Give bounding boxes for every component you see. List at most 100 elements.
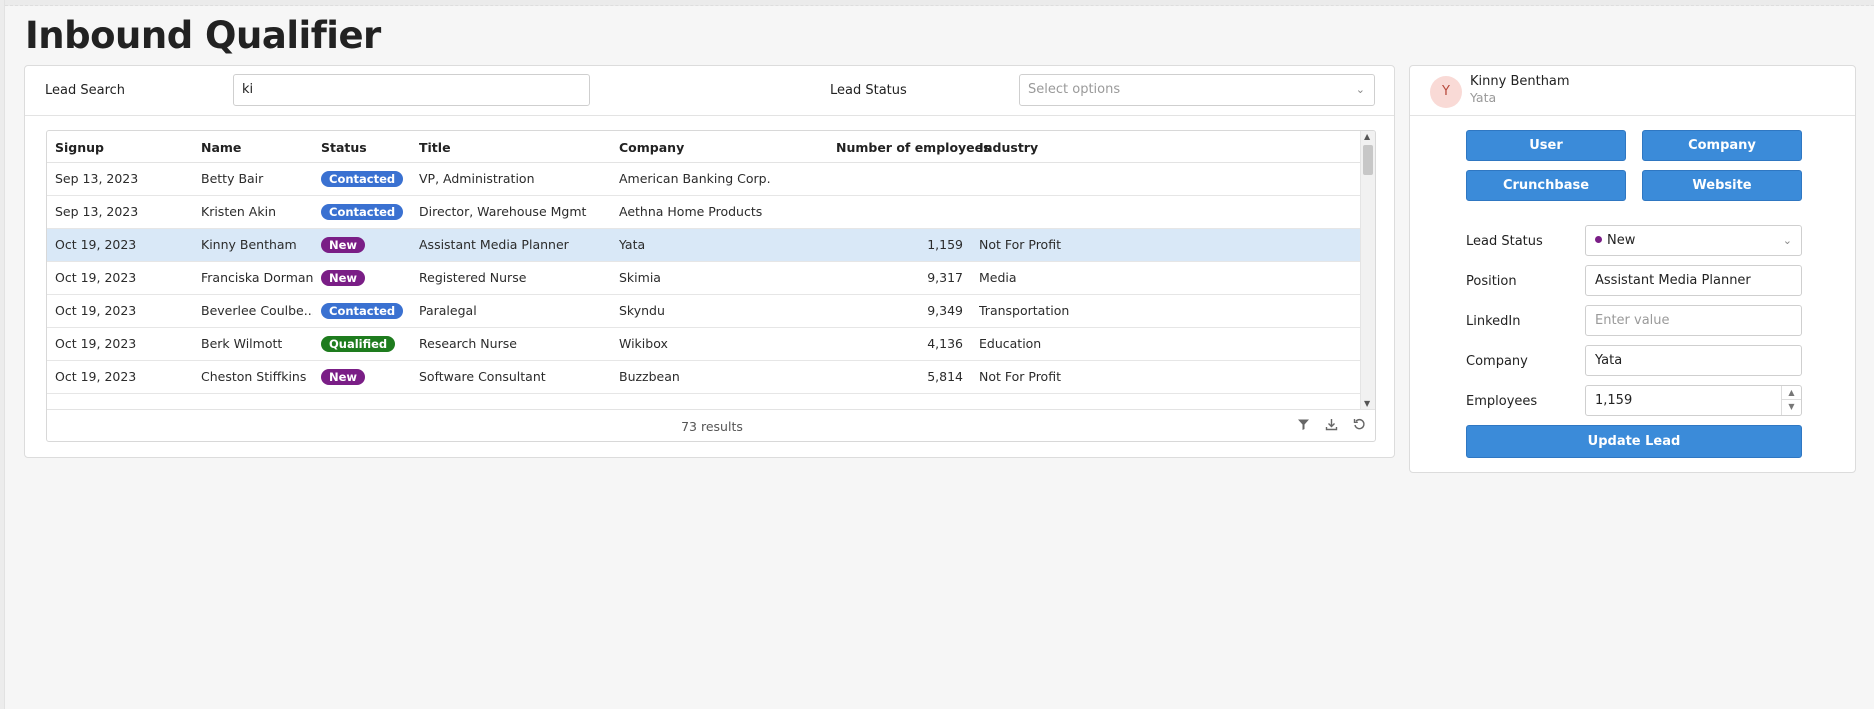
- left-divider: [0, 0, 5, 709]
- lead-status-select[interactable]: Select options ⌄: [1019, 74, 1375, 106]
- cell-name: Beverlee Coulbe...: [201, 303, 313, 318]
- lead-company: Yata: [1470, 90, 1497, 105]
- cell-title: Research Nurse: [419, 336, 517, 351]
- linkedin-label: LinkedIn: [1466, 314, 1521, 329]
- table-row[interactable]: Oct 19, 2023 Franciska Dorman New Registere…: [47, 262, 1360, 295]
- status-badge: New: [321, 270, 366, 286]
- scroll-up-icon[interactable]: ▲: [1364, 132, 1370, 141]
- cell-name: Betty Bair: [201, 171, 264, 186]
- cell-title: Director, Warehouse Mgmt: [419, 204, 587, 219]
- cell-employees: 9,317: [927, 270, 963, 285]
- cell-industry: Media: [979, 270, 1017, 285]
- cell-signup: Sep 13, 2023: [55, 204, 139, 219]
- status-badge: Contacted: [321, 171, 404, 187]
- cell-title: VP, Administration: [419, 171, 535, 186]
- status-badge: Qualified: [321, 336, 396, 352]
- column-header[interactable]: Number of employees: [836, 140, 991, 155]
- scrollbar-thumb[interactable]: [1363, 145, 1373, 175]
- cell-company: Yata: [619, 237, 646, 252]
- cell-industry: Not For Profit: [979, 237, 1061, 252]
- decrement-icon[interactable]: ▼: [1782, 400, 1801, 414]
- cell-employees: 1,159: [927, 237, 963, 252]
- status-badge: Contacted: [321, 204, 404, 220]
- column-header[interactable]: Name: [201, 140, 241, 155]
- table-row[interactable]: Oct 19, 2023 Berk Wilmott Qualified Researc…: [47, 328, 1360, 361]
- results-count: 73 results: [681, 419, 743, 434]
- linkedin-placeholder: Enter value: [1595, 313, 1670, 328]
- crunchbase-button[interactable]: Crunchbase: [1466, 170, 1626, 201]
- cell-signup: Oct 19, 2023: [55, 303, 137, 318]
- table-row[interactable]: Sep 13, 2023 Betty Bair Contacted VP, Admin…: [47, 163, 1360, 196]
- top-divider: [0, 0, 1874, 6]
- table-row[interactable]: Oct 19, 2023 Kinny Bentham New Assistant Me…: [47, 229, 1360, 262]
- filter-icon[interactable]: [1295, 418, 1311, 434]
- table-row[interactable]: Oct 19, 2023 Beverlee Coulbe... Contacted P…: [47, 295, 1360, 328]
- cell-industry: Transportation: [979, 303, 1070, 318]
- page-title: Inbound Qualifier: [25, 14, 381, 57]
- cell-company: American Banking Corp.: [619, 171, 771, 186]
- employees-value: 1,159: [1595, 393, 1633, 408]
- employees-field[interactable]: 1,159 ▲ ▼: [1585, 385, 1802, 416]
- cell-name: Cheston Stiffkins: [201, 369, 307, 384]
- column-header[interactable]: Title: [419, 140, 451, 155]
- download-icon[interactable]: [1323, 418, 1339, 434]
- company-field[interactable]: Yata: [1585, 345, 1802, 376]
- column-header[interactable]: Status: [321, 140, 367, 155]
- leads-panel: Lead Search ki Lead Status Select option…: [24, 65, 1395, 458]
- chevron-down-icon: ⌄: [1782, 234, 1792, 247]
- cell-company: Skimia: [619, 270, 661, 285]
- website-button[interactable]: Website: [1642, 170, 1802, 201]
- employees-stepper[interactable]: ▲ ▼: [1781, 386, 1801, 415]
- user-button[interactable]: User: [1466, 130, 1626, 161]
- status-badge: Contacted: [321, 303, 404, 319]
- position-field[interactable]: Assistant Media Planner: [1585, 265, 1802, 296]
- column-header[interactable]: Industry: [979, 140, 1038, 155]
- cell-company: Skyndu: [619, 303, 665, 318]
- lead-status-value: New: [1607, 233, 1636, 248]
- table-scrollbar[interactable]: ▲ ▼: [1360, 131, 1375, 409]
- lead-status-field-label: Lead Status: [1466, 234, 1543, 249]
- table-body: Sep 13, 2023 Betty Bair Contacted VP, Admin…: [47, 163, 1360, 395]
- table-row[interactable]: Oct 19, 2023 Cheston Stiffkins New Software…: [47, 361, 1360, 394]
- cell-company: Aethna Home Products: [619, 204, 763, 219]
- lead-detail-panel: Y Kinny Bentham Yata User Company Crunch…: [1409, 65, 1856, 473]
- cell-title: Assistant Media Planner: [419, 237, 569, 252]
- cell-name: Berk Wilmott: [201, 336, 283, 351]
- scroll-down-icon[interactable]: ▼: [1364, 399, 1370, 408]
- cell-industry: Not For Profit: [979, 369, 1061, 384]
- cell-signup: Oct 19, 2023: [55, 270, 137, 285]
- cell-company: Buzzbean: [619, 369, 680, 384]
- lead-status-field[interactable]: New ⌄: [1585, 225, 1802, 256]
- table-row[interactable]: Oct 19, 2023Kippie GiurioQualifiedProgra…: [47, 394, 1360, 395]
- cell-signup: Oct 19, 2023: [55, 336, 137, 351]
- cell-name: Kristen Akin: [201, 204, 276, 219]
- reset-icon[interactable]: [1351, 418, 1367, 434]
- filter-bar: Lead Search ki Lead Status Select option…: [25, 66, 1394, 116]
- increment-icon[interactable]: ▲: [1782, 386, 1801, 400]
- table-row[interactable]: Sep 13, 2023 Kristen Akin Contacted Directo…: [47, 196, 1360, 229]
- lead-name: Kinny Bentham: [1470, 74, 1570, 89]
- leads-table: Signup Name Status Title Company Number …: [46, 130, 1376, 442]
- cell-title: Paralegal: [419, 303, 477, 318]
- lead-status-placeholder: Select options: [1028, 82, 1121, 97]
- position-label: Position: [1466, 274, 1517, 289]
- column-header[interactable]: Signup: [55, 140, 104, 155]
- company-label: Company: [1466, 354, 1528, 369]
- lead-search-label: Lead Search: [45, 83, 126, 98]
- status-dot: [1595, 236, 1602, 243]
- linkedin-field[interactable]: Enter value: [1585, 305, 1802, 336]
- lead-status-label: Lead Status: [830, 83, 907, 98]
- company-button[interactable]: Company: [1642, 130, 1802, 161]
- cell-employees: 4,136: [927, 336, 963, 351]
- cell-name: Kinny Bentham: [201, 237, 297, 252]
- lead-header: Y Kinny Bentham Yata: [1410, 66, 1855, 116]
- column-header[interactable]: Company: [619, 140, 684, 155]
- chevron-down-icon: ⌄: [1355, 83, 1365, 96]
- table-header: Signup Name Status Title Company Number …: [47, 131, 1360, 163]
- update-lead-button[interactable]: Update Lead: [1466, 425, 1802, 458]
- cell-employees: 9,349: [927, 303, 963, 318]
- status-badge: New: [321, 237, 366, 253]
- lead-search-input[interactable]: ki: [233, 74, 590, 106]
- avatar: Y: [1430, 76, 1462, 108]
- cell-name: Franciska Dorman: [201, 270, 313, 285]
